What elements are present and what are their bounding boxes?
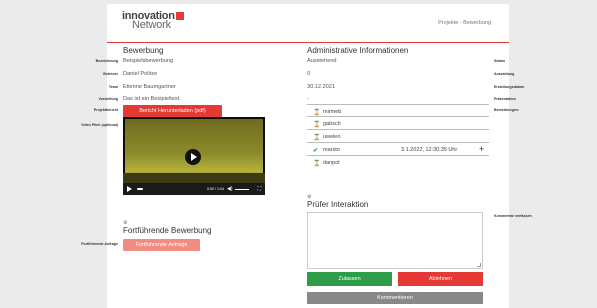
video-progress[interactable]: [137, 188, 143, 190]
application-heading: Bewerbung: [123, 46, 164, 55]
label-video-pitch: Video Pitch (optional): [81, 123, 118, 127]
label-betreuer: Betreuer: [103, 72, 118, 76]
value-erstellungsdatum: 30.12.2021: [307, 84, 335, 90]
page: innovation Network Projekte - Bewerbung …: [81, 4, 532, 308]
reviewer-name: marsto: [323, 147, 340, 153]
video-scoreboard: [123, 173, 265, 183]
plus-icon[interactable]: +: [479, 144, 484, 154]
reviewer-name: danpol: [323, 160, 340, 166]
header-divider: [107, 42, 509, 43]
volume-icon[interactable]: ◀): [227, 186, 233, 192]
hourglass-icon: ⌛: [313, 110, 321, 116]
admin-heading: Administrative Informationen: [307, 46, 409, 55]
video-play-icon[interactable]: [185, 149, 201, 165]
value-praesentation: -: [307, 96, 309, 102]
breadcrumb[interactable]: Projekte - Bewerbung: [438, 20, 491, 26]
fullscreen-icon[interactable]: ⛶: [257, 186, 261, 192]
label-auszahlung: Auszahlung: [494, 72, 515, 76]
hourglass-icon: ⌛: [313, 135, 321, 141]
download-report-button[interactable]: Bericht Herunterladen (pdf): [123, 105, 222, 117]
followup-request-button[interactable]: Fortführende Anfrage: [123, 239, 200, 251]
value-status: Ausstehend: [307, 58, 337, 64]
volume-slider[interactable]: [235, 188, 249, 190]
label-team: Team: [108, 85, 118, 89]
resize-handle[interactable]: [477, 263, 481, 267]
label-bezeichnung: Bezeichnung: [95, 59, 118, 63]
video-time: 0:00 / 1:04: [207, 187, 224, 191]
reviewer-name: gabsch: [323, 121, 341, 127]
approve-button[interactable]: Zulassen: [307, 272, 392, 286]
value-team: Etienne Baumgartner: [123, 84, 176, 90]
reviewer-row: ⌛ gabsch: [307, 117, 489, 130]
logo-line2: Network: [132, 19, 171, 31]
value-auszahlung: 0: [307, 71, 311, 77]
label-erstellungsdatum: Erstellungsdatum: [494, 85, 525, 89]
reviewer-row: ⌛ uweleo: [307, 130, 489, 143]
comment-textarea[interactable]: [307, 212, 483, 269]
value-betreuer: Daniel Politze: [123, 71, 158, 77]
play-icon[interactable]: [127, 186, 132, 192]
reviewer-name: uweleo: [323, 134, 341, 140]
hourglass-icon: ⌛: [313, 122, 321, 128]
label-bemerkungen: Bemerkungen:: [494, 108, 520, 112]
comment-button[interactable]: Kommentieren: [307, 292, 483, 304]
value-vorstellung: Das ist ein Beispieltext.: [123, 96, 181, 102]
value-bezeichnung: Beispielsbewerbung: [123, 58, 174, 64]
label-followup: Fortführende Anfrage: [81, 242, 118, 246]
reviewer-name: mirmeb: [323, 109, 342, 115]
logo[interactable]: innovation Network: [122, 10, 184, 31]
logo-square-icon: [175, 12, 184, 20]
label-comment: Kommentar verfassen: [494, 214, 532, 218]
video-player[interactable]: 0:00 / 1:04 ◀) ⛶: [123, 117, 265, 195]
label-vorstellung: Vorstellung: [98, 97, 118, 101]
label-praesentation: Präsentation: [494, 97, 516, 101]
interaction-heading: Prüfer Interaktion: [307, 200, 369, 209]
followup-heading: Fortführende Bewerbung: [123, 226, 212, 235]
reviewer-row: ⌛ danpol: [307, 156, 489, 169]
reject-button[interactable]: Ablehnen: [398, 272, 483, 286]
check-icon: ✔: [313, 148, 319, 154]
label-status: Status: [494, 59, 505, 63]
reviewer-list: ⌛ mirmeb ⌛ gabsch ⌛ uweleo ✔ marsto 3.1.…: [307, 104, 489, 169]
reviewer-timestamp: 3.1.2022, 12:30:35 Uhr: [401, 147, 458, 153]
reviewer-row: ✔ marsto 3.1.2022, 12:30:35 Uhr +: [307, 143, 489, 156]
reviewer-row: ⌛ mirmeb: [307, 104, 489, 117]
video-controls: 0:00 / 1:04 ◀) ⛶: [123, 183, 265, 195]
hourglass-icon: ⌛: [313, 161, 321, 167]
label-projektbericht: Projektbericht: [93, 108, 118, 112]
